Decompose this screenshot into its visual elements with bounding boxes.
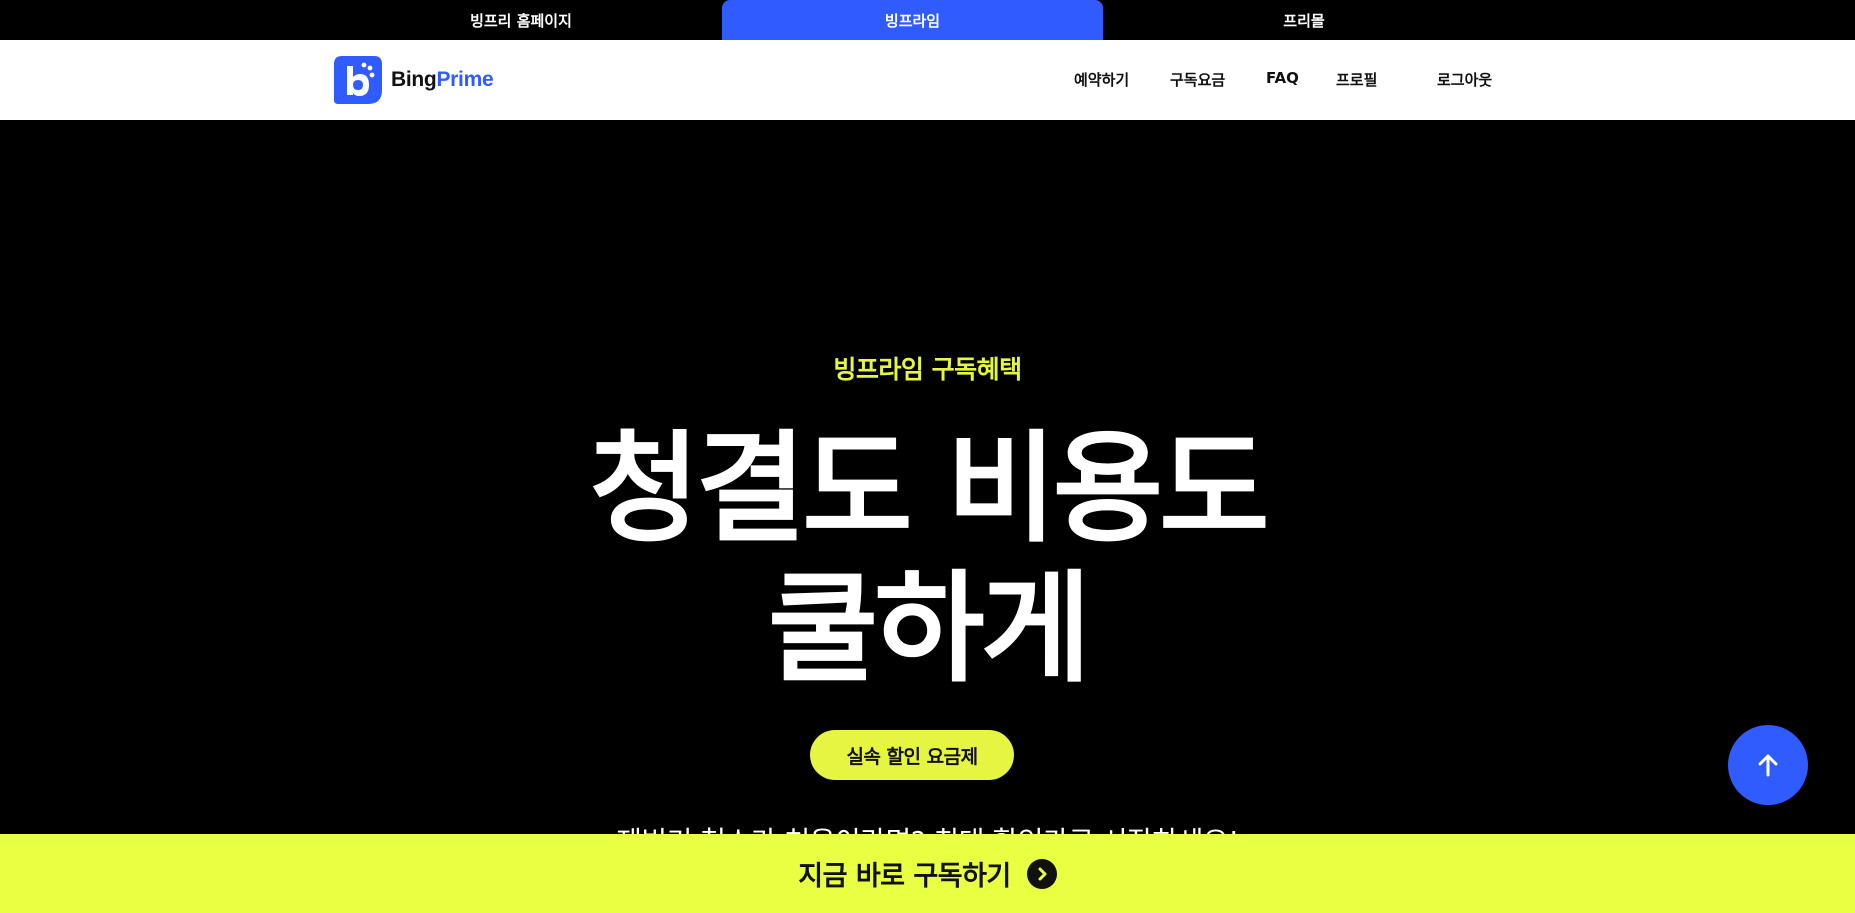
hero-section: 빙프라임 구독혜택 청결도 비용도 쿨하게 실속 할인 요금제: [0, 120, 1855, 834]
logo[interactable]: BingPrime: [332, 54, 494, 106]
scroll-to-top-button[interactable]: [1728, 725, 1808, 805]
hero-headline-line1: 청결도 비용도: [589, 420, 1269, 559]
arrow-up-icon: [1758, 754, 1778, 777]
tab-freemall[interactable]: 프리몰: [1123, 0, 1485, 40]
nav-faq[interactable]: FAQ: [1266, 69, 1299, 87]
discount-plan-badge: 실속 할인 요금제: [810, 730, 1014, 780]
hero-headline-line2: 쿨하게: [767, 560, 1091, 699]
site-header: BingPrime 예약하기 구독요금 FAQ 프로필 로그아웃: [0, 40, 1855, 120]
nav-profile[interactable]: 프로필: [1336, 69, 1377, 90]
site-switcher: 빙프리 홈페이지 빙프라임 프리몰: [0, 0, 1855, 40]
tab-bingfree-home[interactable]: 빙프리 홈페이지: [340, 0, 702, 40]
logo-text-main: Bing: [391, 68, 437, 91]
hero-headline: 청결도 비용도 쿨하게: [0, 420, 1855, 700]
subscribe-now-button[interactable]: 지금 바로 구독하기: [0, 834, 1855, 913]
nav-subscription-price[interactable]: 구독요금: [1170, 69, 1225, 90]
logo-text: BingPrime: [391, 68, 494, 92]
nav-logout[interactable]: 로그아웃: [1437, 69, 1492, 90]
hero-eyebrow: 빙프라임 구독혜택: [833, 355, 1022, 384]
logo-text-accent: Prime: [436, 68, 494, 91]
chevron-right-circle-icon: [1026, 858, 1057, 889]
logo-mark-icon: [334, 56, 382, 104]
nav-reservation[interactable]: 예약하기: [1074, 69, 1129, 90]
subscribe-now-label: 지금 바로 구독하기: [798, 861, 1011, 892]
tab-bingprime[interactable]: 빙프라임: [722, 0, 1103, 40]
